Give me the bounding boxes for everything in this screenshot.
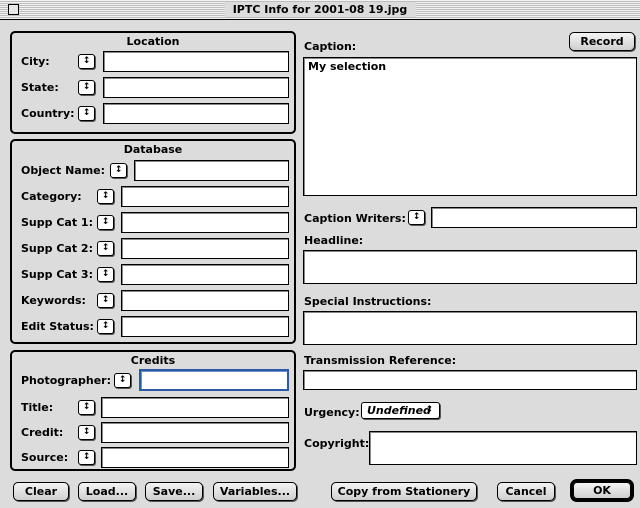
urgency-value: Undefined	[367, 404, 431, 417]
location-group: Location City: ↕ State: ↕ Country: ↕	[10, 31, 296, 134]
title-popup-arrows-icon[interactable]: ↕	[78, 400, 95, 415]
credit-field[interactable]	[101, 422, 289, 443]
supp-cat-3-field[interactable]	[121, 264, 289, 285]
cancel-button[interactable]: Cancel	[497, 482, 555, 501]
photographer-label: Photographer:	[21, 374, 111, 387]
state-label: State:	[21, 81, 59, 94]
location-group-title: Location	[126, 35, 180, 48]
city-label: City:	[21, 55, 50, 68]
urgency-select[interactable]: Undefined ↕	[361, 402, 440, 419]
title-field[interactable]	[101, 397, 289, 418]
caption-writers-popup-arrows-icon[interactable]: ↕	[408, 210, 425, 225]
credit-label: Credit:	[21, 426, 64, 439]
special-instructions-label: Special Instructions:	[304, 295, 432, 308]
city-popup-arrows-icon[interactable]: ↕	[78, 54, 95, 69]
caption-writers-label: Caption Writers:	[304, 212, 406, 225]
database-group: Database Object Name: ↕ Category: ↕ Supp…	[10, 139, 296, 344]
supp-cat-1-field[interactable]	[121, 212, 289, 233]
credits-group-title: Credits	[130, 354, 176, 367]
load-button[interactable]: Load...	[78, 482, 136, 501]
object-name-field[interactable]	[134, 160, 289, 181]
country-popup-arrows-icon[interactable]: ↕	[78, 106, 95, 121]
object-name-popup-arrows-icon[interactable]: ↕	[110, 163, 127, 178]
copyright-field[interactable]	[369, 431, 637, 465]
edit-status-popup-arrows-icon[interactable]: ↕	[97, 319, 114, 334]
object-name-label: Object Name:	[21, 164, 106, 177]
credit-popup-arrows-icon[interactable]: ↕	[78, 425, 95, 440]
close-box-icon[interactable]	[8, 4, 19, 15]
supp-cat-2-field[interactable]	[121, 238, 289, 259]
copyright-label: Copyright:	[304, 437, 370, 450]
transmission-reference-label: Transmission Reference:	[304, 354, 457, 367]
supp-cat-3-label: Supp Cat 3:	[21, 268, 93, 281]
ok-button-label: OK	[573, 482, 631, 499]
keywords-popup-arrows-icon[interactable]: ↕	[97, 293, 114, 308]
edit-status-field[interactable]	[121, 316, 289, 337]
country-field[interactable]	[103, 103, 289, 124]
caption-textarea[interactable]: My selection	[303, 57, 637, 196]
variables-button[interactable]: Variables...	[213, 482, 297, 501]
title-label: Title:	[21, 401, 54, 414]
source-field[interactable]	[101, 447, 289, 468]
edit-status-label: Edit Status:	[21, 320, 94, 333]
keywords-label: Keywords:	[21, 294, 86, 307]
city-field[interactable]	[103, 51, 289, 72]
copy-from-stationery-button[interactable]: Copy from Stationery	[331, 482, 477, 501]
supp-cat-1-popup-arrows-icon[interactable]: ↕	[97, 215, 114, 230]
supp-cat-1-label: Supp Cat 1:	[21, 216, 93, 229]
record-button[interactable]: Record	[569, 32, 635, 51]
keywords-field[interactable]	[121, 290, 289, 311]
source-label: Source:	[21, 451, 69, 464]
category-label: Category:	[21, 190, 82, 203]
supp-cat-3-popup-arrows-icon[interactable]: ↕	[97, 267, 114, 282]
country-label: Country:	[21, 107, 75, 120]
transmission-reference-field[interactable]	[303, 370, 637, 390]
state-popup-arrows-icon[interactable]: ↕	[78, 80, 95, 95]
headline-field[interactable]	[303, 250, 637, 284]
photographer-popup-arrows-icon[interactable]: ↕	[114, 373, 131, 388]
photographer-field[interactable]	[139, 369, 289, 391]
supp-cat-2-popup-arrows-icon[interactable]: ↕	[97, 241, 114, 256]
ok-button[interactable]: OK	[570, 479, 634, 502]
state-field[interactable]	[103, 77, 289, 98]
category-popup-arrows-icon[interactable]: ↕	[97, 189, 114, 204]
caption-label: Caption:	[304, 40, 357, 53]
credits-group: Credits Photographer: ↕ Title: ↕ Credit:…	[10, 350, 296, 471]
caption-writers-field[interactable]	[431, 207, 637, 228]
source-popup-arrows-icon[interactable]: ↕	[78, 450, 95, 465]
supp-cat-2-label: Supp Cat 2:	[21, 242, 93, 255]
special-instructions-field[interactable]	[303, 311, 637, 345]
urgency-popup-arrows-icon: ↕	[425, 405, 433, 415]
window-title-bar[interactable]: IPTC Info for 2001-08 19.jpg	[0, 0, 640, 20]
save-button[interactable]: Save...	[145, 482, 203, 501]
clear-button[interactable]: Clear	[13, 482, 69, 501]
urgency-label: Urgency:	[304, 406, 360, 419]
category-field[interactable]	[121, 186, 289, 207]
database-group-title: Database	[123, 143, 183, 156]
window-title: IPTC Info for 2001-08 19.jpg	[224, 2, 416, 17]
headline-label: Headline:	[304, 234, 364, 247]
